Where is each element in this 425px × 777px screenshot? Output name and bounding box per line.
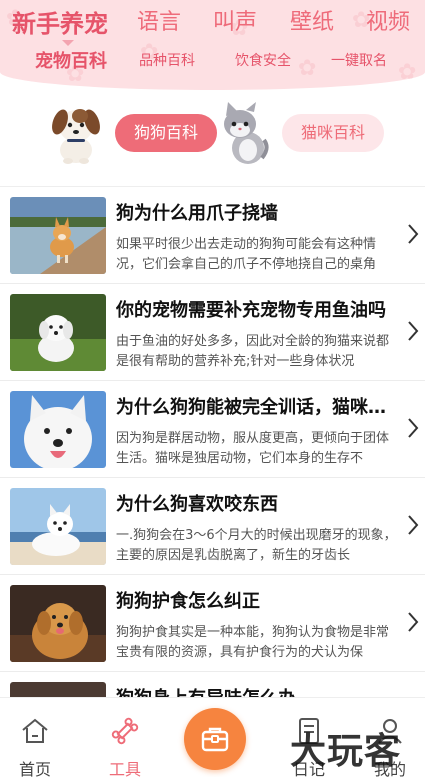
top-nav-item-wallpaper[interactable]: 壁纸 — [290, 4, 334, 36]
category-toggle: 狗狗百科 猫咪百科 — [0, 98, 425, 170]
chevron-right-icon — [408, 612, 419, 632]
top-nav-item-beginner-pet[interactable]: 新手养宠 — [12, 4, 108, 39]
tab-tools[interactable]: 工具 — [90, 698, 160, 777]
chevron-right-icon — [408, 418, 419, 438]
header: ✿ ✿ ✿ ✿ ✿ ✿ ✿ 新手养宠 语言 叫声 壁纸 视频 宠物百科 品种百科… — [0, 0, 425, 90]
article-summary: 因为狗是群居动物，服从度更高，更倾向于团体生活。猫咪是独居动物，它们本身的生存不 — [116, 431, 390, 466]
article-thumbnail — [10, 585, 106, 662]
center-toolbox-button[interactable] — [184, 708, 246, 770]
sub-nav-item-breed-encyclopedia[interactable]: 品种百科 — [139, 50, 195, 70]
top-nav: 新手养宠 语言 叫声 壁纸 视频 — [0, 4, 425, 40]
chevron-right-icon — [408, 515, 419, 535]
article-thumbnail — [10, 294, 106, 371]
sub-nav-item-diet-safety[interactable]: 饮食安全 — [235, 50, 291, 70]
article-row[interactable]: 你的宠物需要补充宠物专用鱼油吗 由于鱼油的好处多多，因此对全龄的狗猫来说都是很有… — [0, 284, 425, 381]
top-nav-item-language[interactable]: 语言 — [137, 4, 181, 36]
article-summary: 由于鱼油的好处多多，因此对全龄的狗猫来说都是很有帮助的营养补充;针对一些身体状况 — [116, 334, 390, 369]
watermark: 大玩客 — [290, 730, 402, 772]
home-icon — [22, 718, 48, 743]
article-summary: 狗狗护食其实是一种本能，狗狗认为食物是非常宝贵有限的资源，具有护食行为的犬认为保 — [116, 625, 390, 660]
article-summary: 如果平时很少出去走动的狗狗可能会有这种情况，它们会拿自己的爪子不停地挠自己的桌角 — [116, 237, 377, 272]
chevron-right-icon — [408, 321, 419, 341]
sub-nav-item-pet-encyclopedia[interactable]: 宠物百科 — [35, 47, 107, 73]
article-row[interactable]: 狗狗护食怎么纠正 狗狗护食其实是一种本能，狗狗认为食物是非常宝贵有限的资源，具有… — [0, 575, 425, 672]
article-row[interactable]: 狗为什么用爪子挠墙 如果平时很少出去走动的狗狗可能会有这种情况，它们会拿自己的爪… — [0, 187, 425, 284]
article-title: 狗狗护食怎么纠正 — [116, 591, 260, 612]
article-title: 为什么狗喜欢咬东西 — [116, 494, 278, 515]
top-nav-item-sounds[interactable]: 叫声 — [213, 4, 257, 36]
toolbox-icon — [201, 727, 229, 752]
puppy-illustration — [52, 109, 100, 164]
cat-illustration — [224, 102, 269, 164]
article-title: 为什么狗狗能被完全训话，猫咪却不能 — [116, 397, 388, 418]
top-nav-item-video[interactable]: 视频 — [366, 4, 410, 36]
tab-label: 工具 — [108, 760, 141, 777]
article-list: 狗为什么用爪子挠墙 如果平时很少出去走动的狗狗可能会有这种情况，它们会拿自己的爪… — [0, 187, 425, 769]
article-row[interactable]: 为什么狗喜欢咬东西 一.狗狗会在3～6个月大的时候出现磨牙的现象，主要的原因是乳… — [0, 478, 425, 575]
sub-nav-item-name-generator[interactable]: 一键取名 — [331, 50, 387, 70]
bone-icon — [111, 717, 139, 745]
sub-nav: 宠物百科 品种百科 饮食安全 一键取名 — [0, 46, 425, 76]
article-thumbnail — [10, 391, 106, 468]
chevron-right-icon — [408, 224, 419, 244]
article-row[interactable]: 为什么狗狗能被完全训话，猫咪却不能 因为狗是群居动物，服从度更高，更倾向于团体生… — [0, 381, 425, 478]
article-thumbnail — [10, 197, 106, 274]
article-thumbnail — [10, 488, 106, 565]
dog-encyclopedia-button[interactable]: 狗狗百科 — [115, 114, 217, 152]
tab-home[interactable]: 首页 — [0, 698, 70, 777]
tab-label: 首页 — [18, 760, 51, 777]
cat-encyclopedia-button[interactable]: 猫咪百科 — [282, 114, 384, 152]
article-title: 狗为什么用爪子挠墙 — [116, 203, 278, 224]
article-summary: 一.狗狗会在3～6个月大的时候出现磨牙的现象，主要的原因是乳齿脱离了，新生的牙齿… — [116, 528, 397, 563]
article-title: 你的宠物需要补充宠物专用鱼油吗 — [116, 300, 386, 321]
